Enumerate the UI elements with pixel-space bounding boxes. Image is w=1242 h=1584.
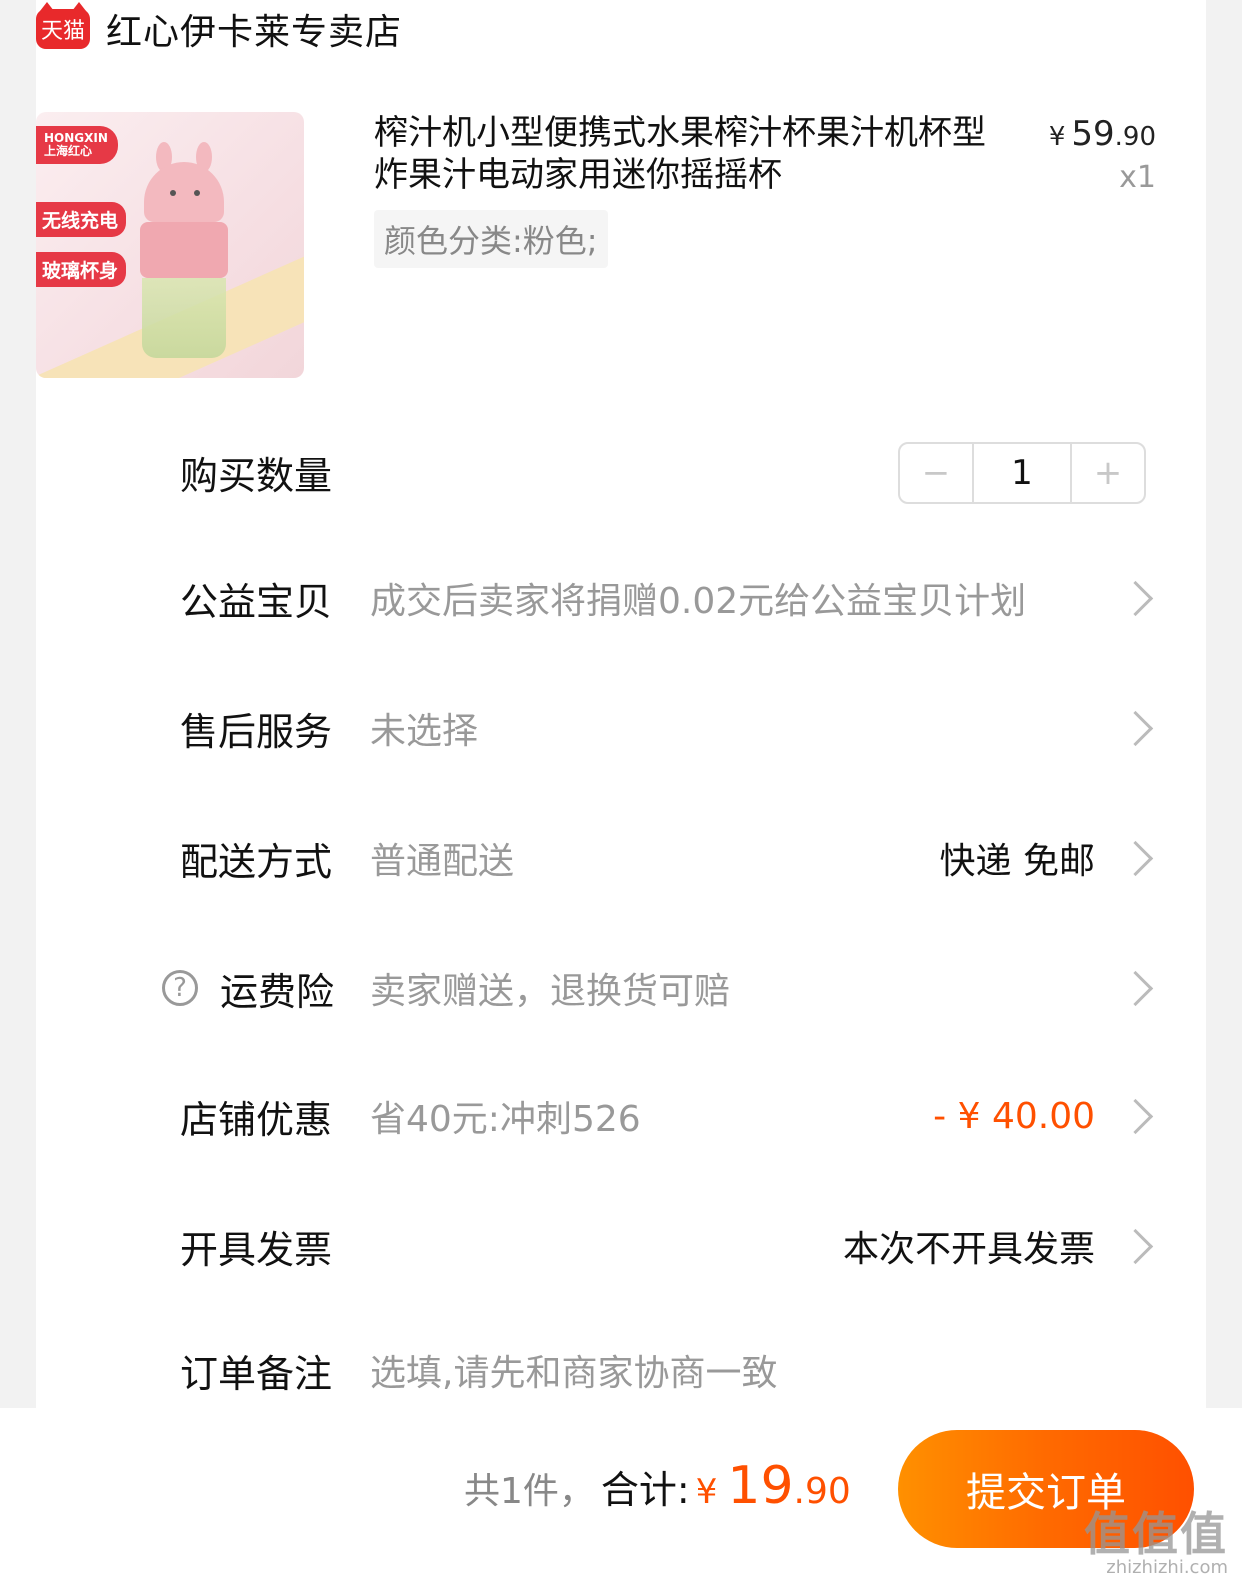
brand-logo: HONGXIN 上海红心 [36, 126, 118, 164]
product-price: ¥59.90 [1048, 114, 1156, 154]
tmall-logo-icon: 天猫 [36, 2, 90, 49]
sku-chip: 颜色分类:粉色; [374, 210, 608, 268]
after-sales-label: 售后服务 [180, 709, 333, 754]
discount-value: 省40元:冲刺526 [370, 1099, 641, 1140]
chevron-right-icon [1117, 710, 1154, 746]
charity-row[interactable]: 公益宝贝 成交后卖家将捐赠0.02元给公益宝贝计划 [180, 568, 1156, 628]
currency-symbol: ¥ [695, 1472, 718, 1512]
help-icon[interactable]: ? [162, 970, 198, 1006]
insurance-label: 运费险 [220, 969, 335, 1014]
decrease-button[interactable]: − [900, 444, 972, 502]
insurance-value: 卖家赠送，退换货可赔 [370, 971, 731, 1012]
total-amount: 19 [727, 1456, 794, 1516]
image-tag-glass: 玻璃杯身 [36, 252, 127, 287]
image-tag-wireless: 无线充电 [36, 202, 127, 237]
total-label: 合计: [600, 1468, 690, 1512]
order-note-row[interactable]: 订单备注 选填,请先和商家协商一致 [180, 1340, 1156, 1400]
total-decimal: .90 [793, 1471, 851, 1512]
discount-amount: - ¥ 40.00 [933, 1095, 1095, 1137]
after-sales-row[interactable]: 售后服务 未选择 [180, 698, 1156, 758]
chevron-right-icon [1117, 970, 1154, 1006]
charity-label: 公益宝贝 [180, 579, 333, 624]
discount-label: 店铺优惠 [180, 1097, 333, 1142]
store-discount-row[interactable]: 店铺优惠 省40元:冲刺526 - ¥ 40.00 [180, 1086, 1156, 1146]
order-summary: 共1件， 合计: ¥ 19.90 [464, 1456, 851, 1516]
chevron-right-icon [1117, 1098, 1154, 1134]
invoice-value: 本次不开具发票 [842, 1229, 1095, 1270]
delivery-row[interactable]: 配送方式 普通配送 快递 免邮 [180, 828, 1156, 888]
delivery-method: 快递 免邮 [939, 841, 1095, 882]
delivery-value: 普通配送 [370, 841, 515, 882]
chevron-right-icon [1117, 580, 1154, 616]
increase-button[interactable]: + [1072, 444, 1144, 502]
product-quantity: x1 [1119, 160, 1156, 195]
chevron-right-icon [1117, 840, 1154, 876]
quantity-value[interactable]: 1 [972, 444, 1072, 502]
chevron-right-icon [1117, 1228, 1154, 1264]
after-sales-value: 未选择 [370, 711, 479, 752]
charity-value: 成交后卖家将捐赠0.02元给公益宝贝计划 [370, 581, 1027, 622]
order-note-input[interactable]: 选填,请先和商家协商一致 [370, 1344, 1156, 1396]
shop-name[interactable]: 红心伊卡莱专卖店 [106, 3, 402, 55]
invoice-label: 开具发票 [180, 1227, 333, 1272]
order-note-label: 订单备注 [180, 1351, 333, 1396]
shop-header[interactable]: 天猫 红心伊卡莱专卖店 [36, 2, 402, 55]
delivery-label: 配送方式 [180, 839, 333, 884]
juicer-bottle-illustration [134, 142, 234, 362]
invoice-row[interactable]: 开具发票 本次不开具发票 [180, 1216, 1156, 1276]
shipping-insurance-row[interactable]: ? 运费险 卖家赠送，退换货可赔 [162, 958, 1156, 1018]
product-image[interactable]: HONGXIN 上海红心 无线充电 玻璃杯身 [36, 112, 304, 378]
watermark: 值值值 zhizhizhi.com [1084, 1507, 1228, 1578]
product-title[interactable]: 榨汁机小型便携式水果榨汁杯果汁机杯型炸果汁电动家用迷你摇摇杯 [374, 112, 1004, 196]
quantity-stepper[interactable]: − 1 + [898, 442, 1146, 504]
quantity-label: 购买数量 [180, 453, 333, 498]
item-count: 共1件， [464, 1471, 595, 1512]
